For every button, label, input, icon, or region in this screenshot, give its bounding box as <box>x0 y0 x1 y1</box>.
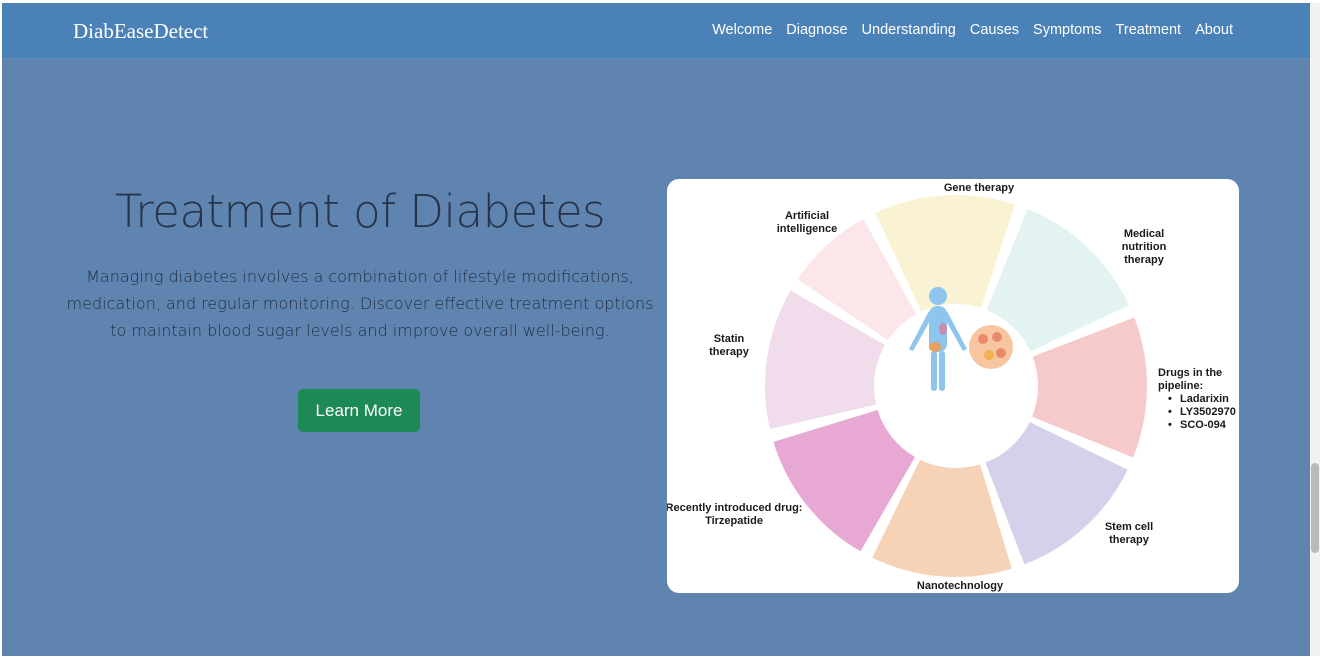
label-ai-line1: Artificial <box>785 210 829 222</box>
nav-understanding[interactable]: Understanding <box>862 22 956 38</box>
brand-logo[interactable]: DiabEaseDetect <box>73 19 208 44</box>
label-mnt-line1: Medical <box>1124 228 1164 240</box>
nav-about[interactable]: About <box>1195 22 1233 38</box>
scrollbar-track[interactable] <box>1310 3 1320 656</box>
pipeline-bullet-2: • <box>1168 406 1172 418</box>
scrollbar-thumb[interactable] <box>1311 463 1319 553</box>
label-recent-line1: Recently introduced drug: <box>667 502 802 514</box>
pipeline-item-3: SCO-094 <box>1180 419 1227 431</box>
islet-cells-icon <box>969 325 1013 369</box>
learn-more-button[interactable]: Learn More <box>298 389 420 432</box>
label-stem-line2: therapy <box>1109 534 1150 546</box>
hero-description: Managing diabetes involves a combination… <box>66 267 654 340</box>
label-mnt-line2: nutrition <box>1122 241 1167 253</box>
label-ai-line2: intelligence <box>777 223 838 235</box>
nav-symptoms[interactable]: Symptoms <box>1033 22 1102 38</box>
pipeline-item-1: Ladarixin <box>1180 393 1229 405</box>
nav-menu: Welcome Diagnose Understanding Causes Sy… <box>712 22 1233 38</box>
wheel-segments <box>765 195 1147 577</box>
navbar: DiabEaseDetect Welcome Diagnose Understa… <box>2 3 1310 59</box>
label-gene-therapy: Gene therapy <box>944 182 1015 194</box>
pipeline-bullet-1: • <box>1168 393 1172 405</box>
label-recent-line2: Tirzepatide <box>705 515 763 527</box>
nav-causes[interactable]: Causes <box>970 22 1019 38</box>
treatment-infographic: Gene therapy Artificial intelligence Med… <box>667 179 1239 593</box>
label-pipeline-line1: Drugs in the <box>1158 367 1222 379</box>
label-mnt-line3: therapy <box>1124 254 1165 266</box>
nav-diagnose[interactable]: Diagnose <box>786 22 847 38</box>
label-stem-line1: Stem cell <box>1105 521 1153 533</box>
label-statin-line2: therapy <box>709 346 750 358</box>
pipeline-item-2: LY3502970 <box>1180 406 1236 418</box>
label-statin-line1: Statin <box>714 333 745 345</box>
nav-treatment[interactable]: Treatment <box>1116 22 1182 38</box>
treatment-wheel: Gene therapy Artificial intelligence Med… <box>667 182 1236 592</box>
pipeline-bullet-3: • <box>1168 419 1172 431</box>
nav-welcome[interactable]: Welcome <box>712 22 772 38</box>
page-frame: DiabEaseDetect Welcome Diagnose Understa… <box>2 3 1310 656</box>
hero-title: Treatment of Diabetes <box>114 185 606 238</box>
label-nanotechnology: Nanotechnology <box>917 580 1004 592</box>
label-pipeline-line2: pipeline: <box>1158 380 1203 392</box>
